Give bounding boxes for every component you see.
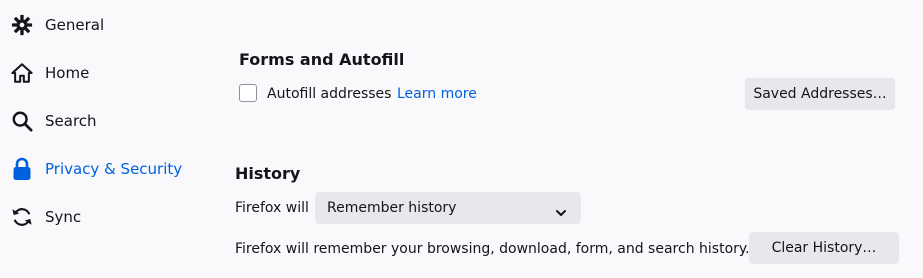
lock-icon — [10, 157, 34, 181]
sidebar-item-label: Privacy & Security — [45, 160, 183, 178]
gear-icon — [10, 13, 34, 37]
sidebar-item-label: Home — [45, 64, 90, 82]
sidebar-item-label: Sync — [45, 208, 82, 226]
history-description: Firefox will remember your browsing, dow… — [235, 241, 750, 257]
chevron-down-icon — [555, 203, 567, 216]
sidebar-item-privacy-security[interactable]: Privacy & Security — [10, 153, 210, 185]
sidebar-item-label: Search — [45, 112, 97, 130]
history-mode-select[interactable]: Remember history — [315, 192, 581, 224]
search-icon — [10, 109, 34, 133]
sidebar: General Home Search Privacy & Security S… — [0, 0, 210, 278]
home-icon — [10, 61, 34, 85]
sidebar-item-home[interactable]: Home — [10, 57, 210, 89]
autofill-addresses-checkbox[interactable] — [239, 84, 257, 102]
learn-more-link[interactable]: Learn more — [397, 86, 477, 102]
saved-addresses-button[interactable]: Saved Addresses… — [745, 78, 895, 110]
history-mode-value: Remember history — [327, 200, 457, 216]
sync-icon — [10, 205, 34, 229]
autofill-addresses-label[interactable]: Autofill addresses — [267, 86, 391, 102]
sidebar-item-label: General — [45, 16, 105, 34]
forms-autofill-heading: Forms and Autofill — [239, 50, 405, 69]
preferences-page: General Home Search Privacy & Security S… — [0, 0, 923, 278]
sidebar-item-sync[interactable]: Sync — [10, 201, 210, 233]
sidebar-item-general[interactable]: General — [10, 9, 210, 41]
firefox-will-label: Firefox will — [235, 200, 309, 216]
history-heading: History — [235, 164, 301, 183]
sidebar-item-search[interactable]: Search — [10, 105, 210, 137]
clear-history-button[interactable]: Clear History… — [749, 232, 899, 264]
